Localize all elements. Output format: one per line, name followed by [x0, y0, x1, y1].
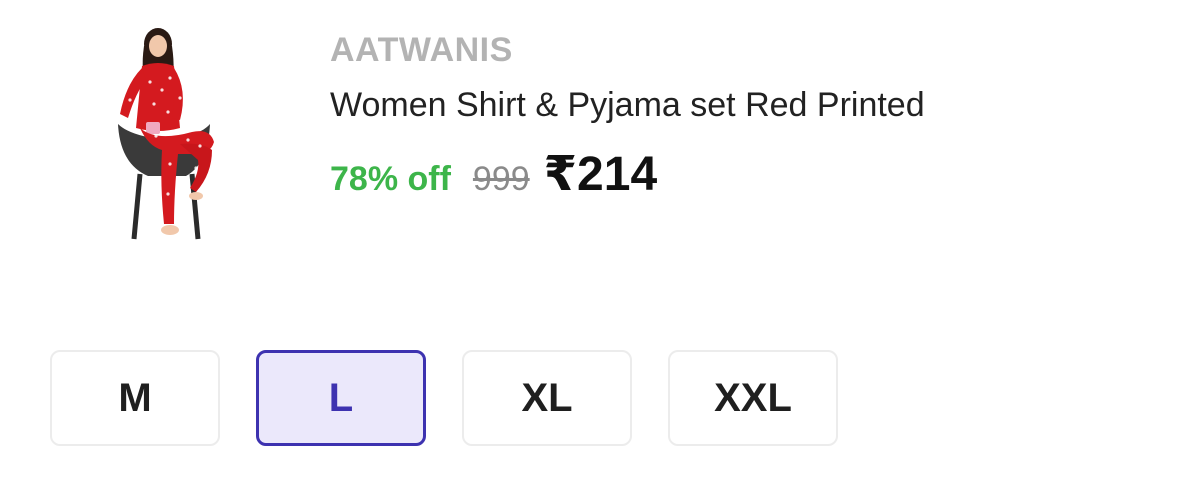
product-title[interactable]: Women Shirt & Pyjama set Red Printed — [330, 84, 1150, 126]
price-row: 78% off 999 ₹214 — [330, 146, 1150, 206]
sale-price: ₹214 — [543, 148, 658, 201]
product-photo-icon — [118, 28, 214, 240]
size-selector: M L XL XXL — [50, 350, 838, 446]
original-price: 999 — [472, 160, 530, 198]
discount-percent: 78% off — [330, 160, 451, 198]
size-option-xl[interactable]: XL — [462, 350, 632, 446]
size-option-m[interactable]: M — [50, 350, 220, 446]
size-option-xxl[interactable]: XXL — [668, 350, 838, 446]
size-option-l[interactable]: L — [256, 350, 426, 446]
product-info: AATWANIS Women Shirt & Pyjama set Red Pr… — [330, 30, 1150, 206]
brand-name: AATWANIS — [330, 31, 513, 69]
product-image[interactable] — [100, 24, 230, 250]
